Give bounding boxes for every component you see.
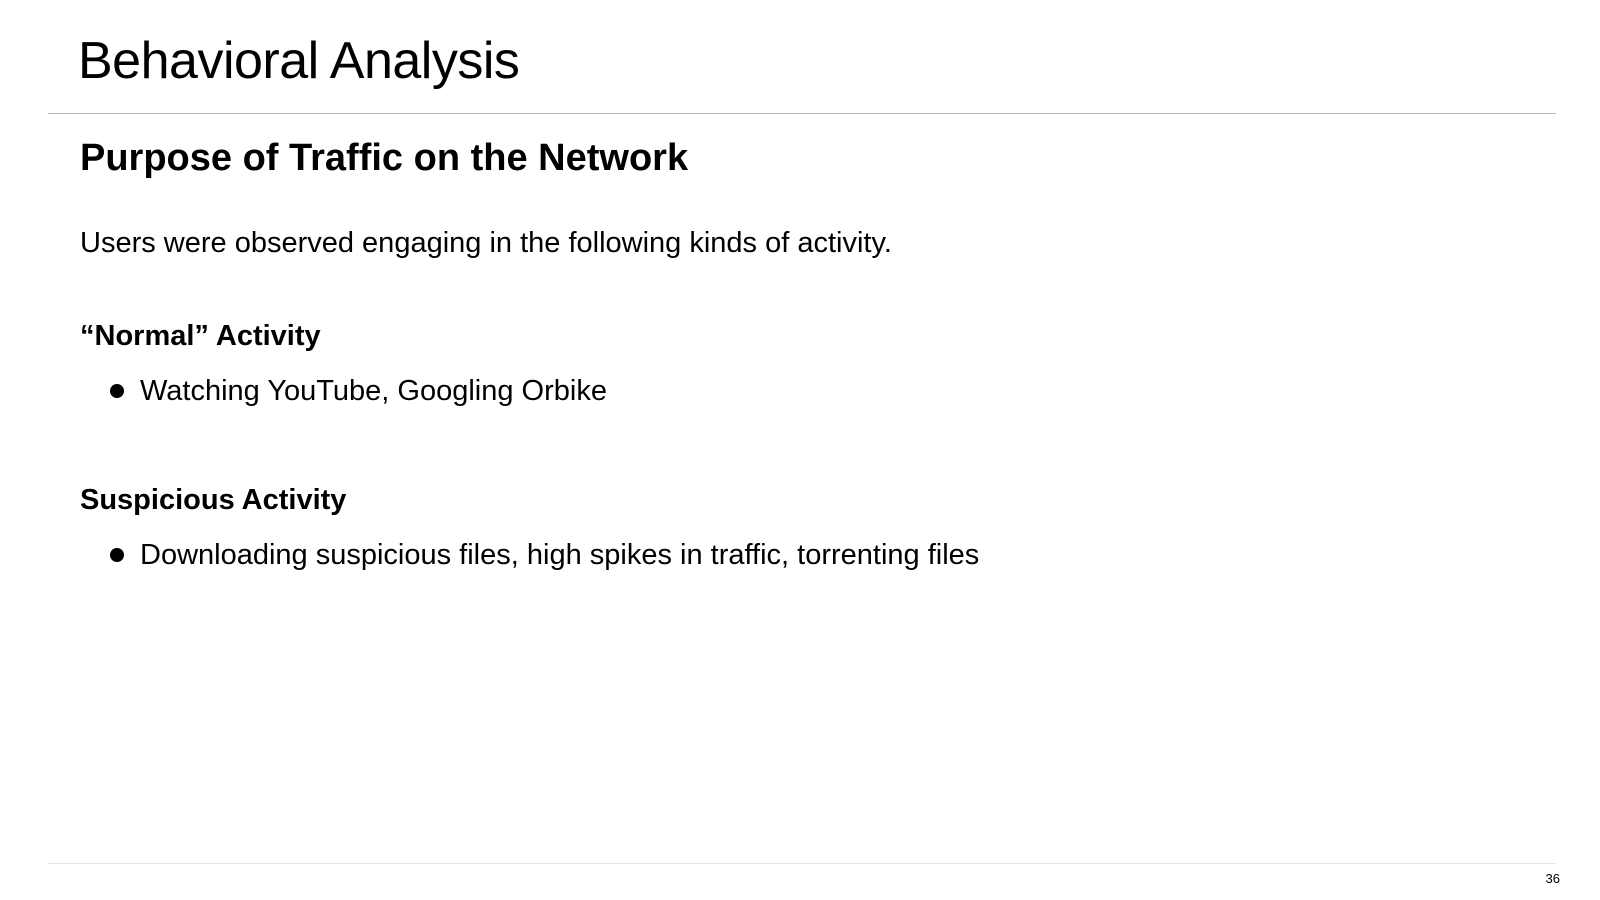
bullet-dot-icon [110,384,124,399]
bullet-item-normal: Watching YouTube, Googling Orbike [110,373,607,409]
title-divider [48,113,1556,114]
footer-divider [48,863,1556,864]
bullet-text: Downloading suspicious files, high spike… [140,539,980,571]
slide: Behavioral Analysis Purpose of Traffic o… [0,0,1600,900]
intro-text: Users were observed engaging in the foll… [80,227,892,259]
section-heading-normal: “Normal” Activity [80,320,321,352]
slide-title: Behavioral Analysis [78,32,520,90]
bullet-item-suspicious: Downloading suspicious files, high spike… [110,537,979,573]
bullet-dot-icon [110,548,124,563]
bullet-text: Watching YouTube, Googling Orbike [140,375,607,407]
page-number: 36 [1545,871,1560,886]
section-heading-suspicious: Suspicious Activity [80,484,347,516]
slide-subtitle: Purpose of Traffic on the Network [80,137,689,179]
